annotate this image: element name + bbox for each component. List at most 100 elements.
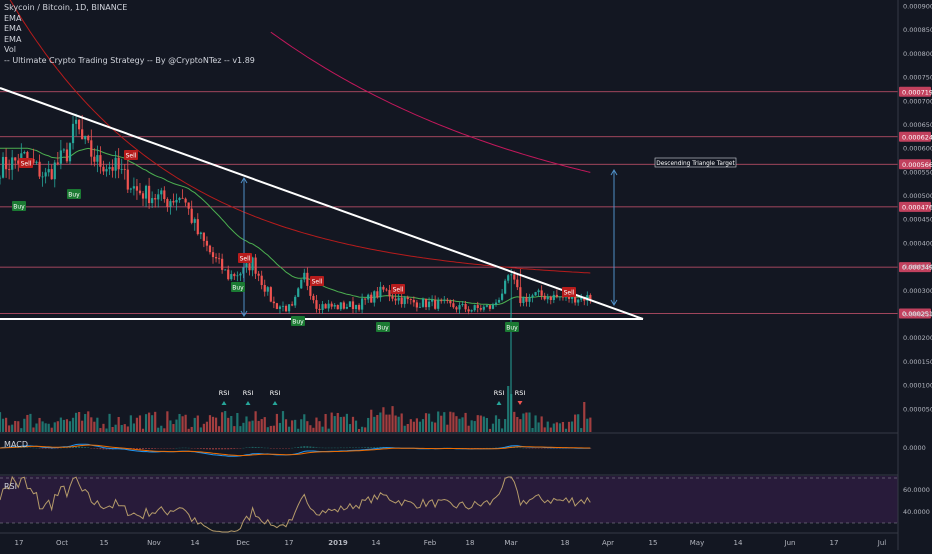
candle-body[interactable] <box>236 275 239 277</box>
candle-body[interactable] <box>507 275 510 281</box>
candle-body[interactable] <box>62 149 66 151</box>
candle-body[interactable] <box>431 299 434 302</box>
candle-body[interactable] <box>187 202 190 209</box>
candle-body[interactable] <box>114 157 117 171</box>
candle-body[interactable] <box>455 307 458 310</box>
candle-body[interactable] <box>534 292 537 296</box>
candle-body[interactable] <box>330 303 333 307</box>
candle-body[interactable] <box>473 305 476 311</box>
candle-body[interactable] <box>312 295 315 301</box>
candle-body[interactable] <box>531 295 534 297</box>
candle-body[interactable] <box>391 296 394 299</box>
candle-body[interactable] <box>172 201 175 203</box>
candle-body[interactable] <box>35 161 38 163</box>
candle-body[interactable] <box>160 190 163 195</box>
candle-body[interactable] <box>543 295 546 300</box>
candle-body[interactable] <box>245 263 248 268</box>
candle-body[interactable] <box>339 302 342 310</box>
candle-body[interactable] <box>345 306 349 309</box>
candle-body[interactable] <box>181 197 184 199</box>
candle-body[interactable] <box>102 166 105 172</box>
candle-body[interactable] <box>263 285 266 292</box>
candle-body[interactable] <box>461 304 464 306</box>
candle-body[interactable] <box>278 306 282 309</box>
candle-body[interactable] <box>154 198 157 200</box>
candle-body[interactable] <box>294 296 297 306</box>
candle-body[interactable] <box>354 304 358 310</box>
candle-body[interactable] <box>351 301 355 310</box>
candle-body[interactable] <box>233 274 236 277</box>
candle-body[interactable] <box>202 232 205 241</box>
candle-body[interactable] <box>342 302 345 309</box>
candle-body[interactable] <box>485 305 488 307</box>
candle-body[interactable] <box>166 199 169 207</box>
candle-body[interactable] <box>74 119 78 124</box>
candle-body[interactable] <box>522 297 525 303</box>
candle-body[interactable] <box>318 308 321 311</box>
candle-body[interactable] <box>464 304 467 310</box>
candle-body[interactable] <box>230 274 233 280</box>
candle-body[interactable] <box>327 303 330 309</box>
candle-body[interactable] <box>482 306 485 310</box>
candle-body[interactable] <box>458 305 461 310</box>
candle-body[interactable] <box>494 302 498 305</box>
candle-body[interactable] <box>44 172 47 177</box>
candle-body[interactable] <box>424 298 428 308</box>
candle-body[interactable] <box>248 263 251 271</box>
candle-body[interactable] <box>370 294 373 303</box>
candle-body[interactable] <box>47 169 50 173</box>
candle-body[interactable] <box>470 310 473 312</box>
candle-body[interactable] <box>38 161 41 177</box>
candle-body[interactable] <box>446 299 449 301</box>
candle-body[interactable] <box>357 304 361 310</box>
candle-body[interactable] <box>467 309 470 312</box>
candle-body[interactable] <box>178 197 181 200</box>
candle-body[interactable] <box>321 304 324 311</box>
candle-body[interactable] <box>135 186 139 191</box>
candle-body[interactable] <box>11 157 14 170</box>
candle-body[interactable] <box>50 169 53 180</box>
candle-body[interactable] <box>488 305 492 309</box>
candle-body[interactable] <box>108 167 111 170</box>
candle-body[interactable] <box>23 152 26 154</box>
candle-body[interactable] <box>163 190 166 200</box>
candle-body[interactable] <box>412 299 415 303</box>
candle-body[interactable] <box>300 279 303 289</box>
candle-body[interactable] <box>193 219 196 223</box>
candle-body[interactable] <box>148 185 151 204</box>
candle-body[interactable] <box>224 269 227 271</box>
candle-body[interactable] <box>126 169 129 190</box>
candle-body[interactable] <box>120 169 123 170</box>
candle-body[interactable] <box>443 299 446 301</box>
candle-body[interactable] <box>123 169 126 170</box>
candle-body[interactable] <box>491 304 495 309</box>
candle-body[interactable] <box>513 274 516 280</box>
candle-body[interactable] <box>406 297 409 300</box>
candle-body[interactable] <box>297 288 300 297</box>
candle-body[interactable] <box>287 304 291 312</box>
candle-body[interactable] <box>111 167 114 171</box>
candle-body[interactable] <box>516 279 519 288</box>
candle-body[interactable] <box>394 298 397 301</box>
candle-body[interactable] <box>96 155 99 162</box>
candle-body[interactable] <box>479 308 482 310</box>
candle-body[interactable] <box>196 219 199 235</box>
candle-body[interactable] <box>418 306 422 308</box>
candle-body[interactable] <box>497 299 501 303</box>
candle-body[interactable] <box>421 298 425 307</box>
candle-body[interactable] <box>221 258 224 270</box>
candle-body[interactable] <box>132 186 135 189</box>
candle-body[interactable] <box>309 285 312 296</box>
candle-body[interactable] <box>184 198 187 203</box>
candle-body[interactable] <box>227 269 230 280</box>
candle-body[interactable] <box>14 157 17 161</box>
candle-body[interactable] <box>555 294 558 297</box>
candle-body[interactable] <box>151 198 154 204</box>
candle-body[interactable] <box>397 297 400 301</box>
candle-body[interactable] <box>175 199 178 203</box>
candle-body[interactable] <box>254 257 257 274</box>
candle-body[interactable] <box>68 143 72 162</box>
candle-body[interactable] <box>388 290 391 297</box>
candle-body[interactable] <box>519 287 522 303</box>
candle-body[interactable] <box>403 297 406 305</box>
